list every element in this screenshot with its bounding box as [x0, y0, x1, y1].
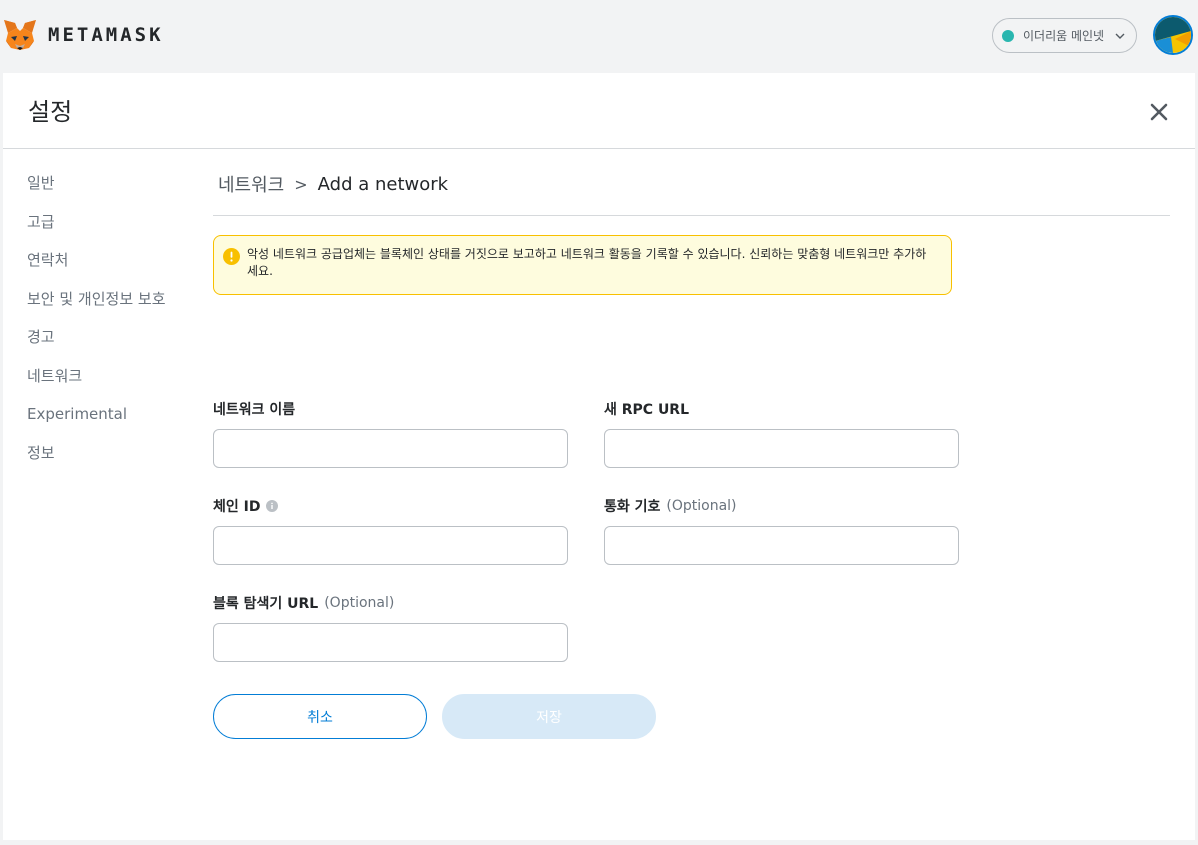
sidebar-item-advanced[interactable]: 고급	[27, 209, 166, 248]
currency-symbol-label-text: 통화 기호	[604, 499, 661, 515]
network-label: 이더리움 메인넷	[1023, 29, 1105, 43]
sidebar-item-contacts[interactable]: 연락처	[27, 247, 166, 286]
chain-id-label-text: 체인 ID	[213, 499, 261, 515]
block-explorer-label-text: 블록 탐색기 URL	[213, 596, 319, 612]
close-icon[interactable]	[1149, 102, 1169, 122]
save-button[interactable]: 저장	[442, 694, 656, 739]
optional-tag: (Optional)	[324, 595, 395, 611]
rpc-url-input[interactable]	[604, 429, 959, 468]
optional-tag: (Optional)	[666, 498, 737, 514]
fox-icon	[4, 20, 36, 50]
breadcrumb: 네트워크 > Add a network	[218, 171, 448, 197]
sidebar-item-about[interactable]: 정보	[27, 440, 166, 479]
chain-id-input[interactable]	[213, 526, 568, 565]
block-explorer-label: 블록 탐색기 URL (Optional)	[213, 593, 394, 613]
currency-symbol-label: 통화 기호 (Optional)	[604, 496, 737, 516]
page-title: 설정	[28, 98, 73, 126]
network-selector[interactable]: 이더리움 메인넷	[992, 18, 1137, 53]
settings-header: 설정	[3, 73, 1195, 149]
sidebar-item-networks[interactable]: 네트워크	[27, 363, 166, 402]
network-name-label-text: 네트워크 이름	[213, 402, 296, 418]
block-explorer-input[interactable]	[213, 623, 568, 662]
info-icon[interactable]	[266, 500, 279, 512]
account-avatar[interactable]	[1153, 15, 1193, 55]
breadcrumb-separator: >	[294, 174, 308, 194]
breadcrumb-parent[interactable]: 네트워크	[218, 171, 284, 197]
warning-banner: 악성 네트워크 공급업체는 블록체인 상태를 거짓으로 보고하고 네트워크 활동…	[213, 235, 952, 295]
breadcrumb-current: Add a network	[317, 173, 449, 195]
warning-icon	[223, 248, 240, 265]
sidebar-item-security[interactable]: 보안 및 개인정보 보호	[27, 286, 166, 325]
divider	[213, 215, 1170, 216]
cancel-button[interactable]: 취소	[213, 694, 427, 739]
currency-symbol-input[interactable]	[604, 526, 959, 565]
rpc-url-label-text: 새 RPC URL	[604, 402, 690, 418]
network-name-label: 네트워크 이름	[213, 399, 295, 419]
sidebar-item-experimental[interactable]: Experimental	[27, 401, 166, 440]
chevron-down-icon	[1115, 33, 1125, 39]
identicon	[1155, 17, 1191, 53]
settings-panel: 설정 일반 고급 연락처 보안 및 개인정보 보호 경고 네트워크 Experi…	[3, 73, 1195, 840]
rpc-url-label: 새 RPC URL	[604, 399, 689, 419]
top-bar: METAMASK 이더리움 메인넷	[0, 0, 1198, 72]
network-name-input[interactable]	[213, 429, 568, 468]
brand-wordmark: METAMASK	[48, 24, 164, 46]
warning-text: 악성 네트워크 공급업체는 블록체인 상태를 거짓으로 보고하고 네트워크 활동…	[247, 247, 927, 278]
chain-id-label: 체인 ID	[213, 496, 279, 516]
settings-sidebar: 일반 고급 연락처 보안 및 개인정보 보호 경고 네트워크 Experimen…	[27, 170, 166, 478]
sidebar-item-alerts[interactable]: 경고	[27, 324, 166, 363]
sidebar-item-general[interactable]: 일반	[27, 170, 166, 209]
metamask-logo[interactable]: METAMASK	[2, 17, 164, 53]
network-status-dot	[1002, 29, 1014, 42]
